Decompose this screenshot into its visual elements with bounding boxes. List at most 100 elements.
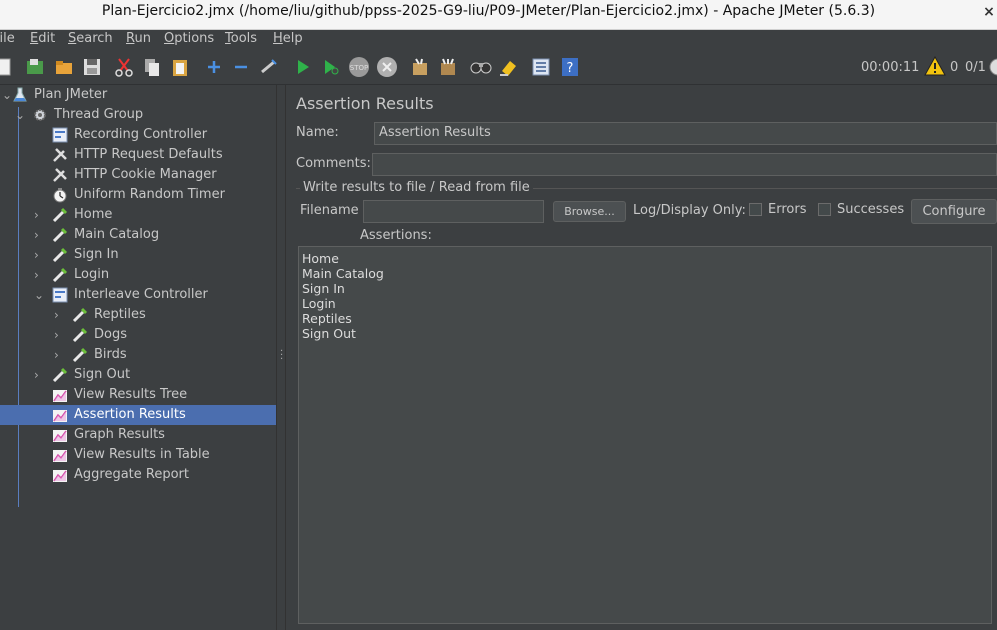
clear-icon[interactable] bbox=[409, 56, 431, 78]
svg-text:?: ? bbox=[567, 61, 574, 76]
page-title: Assertion Results bbox=[296, 94, 434, 113]
tree-node-main-catalog[interactable]: › Main Catalog bbox=[0, 225, 276, 245]
wrench-icon bbox=[52, 167, 68, 183]
wrench-icon bbox=[52, 147, 68, 163]
successes-checkbox[interactable] bbox=[818, 203, 831, 216]
name-field[interactable]: Assertion Results bbox=[374, 122, 997, 145]
tree-node-aggregate-report[interactable]: Aggregate Report bbox=[0, 465, 276, 485]
menu-help[interactable]: Help bbox=[273, 31, 303, 46]
tree-node-label: Main Catalog bbox=[74, 227, 160, 242]
comments-label: Comments: bbox=[296, 156, 371, 171]
split-pane-divider[interactable]: · · · bbox=[276, 85, 286, 630]
chevron-right-icon[interactable]: › bbox=[34, 365, 44, 385]
tree-node-view-results-tree[interactable]: View Results Tree bbox=[0, 385, 276, 405]
menu-tools[interactable]: Tools bbox=[225, 31, 257, 46]
tree-node-login[interactable]: › Login bbox=[0, 265, 276, 285]
tree-node-interleave-controller[interactable]: ⌄ Interleave Controller bbox=[0, 285, 276, 305]
elapsed-timer: 00:00:11 bbox=[861, 60, 920, 75]
browse-button[interactable]: Browse... bbox=[553, 201, 626, 222]
chevron-down-icon[interactable]: ⌄ bbox=[15, 105, 25, 125]
tree-node-birds[interactable]: › Birds bbox=[0, 345, 276, 365]
toggle-icon[interactable] bbox=[258, 56, 280, 78]
drag-handle-icon[interactable]: · · · bbox=[280, 347, 283, 365]
tree-node-label: Reptiles bbox=[94, 307, 146, 322]
tree-node-label: Sign In bbox=[74, 247, 119, 262]
tree-node-home[interactable]: › Home bbox=[0, 205, 276, 225]
search-icon[interactable] bbox=[470, 56, 492, 78]
menu-file[interactable]: File bbox=[0, 31, 15, 46]
save-icon[interactable] bbox=[81, 56, 103, 78]
tree-node-recording-controller[interactable]: Recording Controller bbox=[0, 125, 276, 145]
clear-all-icon[interactable] bbox=[437, 56, 459, 78]
collapse-icon[interactable] bbox=[230, 56, 252, 78]
comments-field[interactable] bbox=[372, 153, 997, 176]
tree-node-reptiles[interactable]: › Reptiles bbox=[0, 305, 276, 325]
assertions-label: Assertions: bbox=[360, 228, 432, 243]
test-plan-tree[interactable]: ⌄ Plan JMeter ⌄ Thread Group Recording C… bbox=[0, 85, 276, 630]
start-no-pause-icon[interactable] bbox=[320, 56, 342, 78]
chevron-down-icon[interactable]: ⌄ bbox=[34, 285, 44, 305]
running-indicator-icon bbox=[987, 56, 997, 78]
shutdown-icon[interactable] bbox=[376, 56, 398, 78]
tree-node-uniform-random-timer[interactable]: Uniform Random Timer bbox=[0, 185, 276, 205]
tree-node-thread-group[interactable]: ⌄ Thread Group bbox=[0, 105, 276, 125]
tree-node-label: View Results in Table bbox=[74, 447, 210, 462]
assertion-line: Sign In bbox=[302, 281, 345, 296]
tree-node-graph-results[interactable]: Graph Results bbox=[0, 425, 276, 445]
chevron-right-icon[interactable]: › bbox=[54, 325, 64, 345]
sampler-icon bbox=[52, 227, 68, 243]
tree-node-label: View Results Tree bbox=[74, 387, 188, 402]
expand-icon[interactable] bbox=[203, 56, 225, 78]
chevron-right-icon[interactable]: › bbox=[54, 305, 64, 325]
tree-node-label: Interleave Controller bbox=[74, 287, 208, 302]
close-icon[interactable]: × bbox=[981, 1, 997, 23]
tree-node-http-request-defaults[interactable]: HTTP Request Defaults bbox=[0, 145, 276, 165]
assertion-line: Login bbox=[302, 296, 336, 311]
menu-options[interactable]: Options bbox=[164, 31, 214, 46]
tree-node-assertion-results[interactable]: Assertion Results bbox=[0, 405, 276, 425]
window-titlebar: Plan-Ejercicio2.jmx (/home/liu/github/pp… bbox=[0, 0, 997, 30]
chevron-right-icon[interactable]: › bbox=[34, 225, 44, 245]
menu-run[interactable]: Run bbox=[126, 31, 151, 46]
warning-icon[interactable] bbox=[924, 55, 946, 77]
tree-node-plan[interactable]: ⌄ Plan JMeter bbox=[0, 85, 276, 105]
chevron-right-icon[interactable]: › bbox=[34, 265, 44, 285]
menu-search[interactable]: Search bbox=[68, 31, 113, 46]
new-icon[interactable] bbox=[0, 56, 14, 78]
tree-node-sign-out[interactable]: › Sign Out bbox=[0, 365, 276, 385]
reset-search-icon[interactable] bbox=[498, 56, 520, 78]
chevron-right-icon[interactable]: › bbox=[34, 245, 44, 265]
start-icon[interactable] bbox=[292, 56, 314, 78]
chevron-right-icon[interactable]: › bbox=[34, 205, 44, 225]
filename-field[interactable] bbox=[363, 200, 544, 223]
open-icon[interactable] bbox=[53, 56, 75, 78]
help-icon[interactable]: ? bbox=[559, 56, 581, 78]
listener-icon bbox=[52, 407, 68, 423]
warning-count: 0 bbox=[950, 60, 959, 75]
listener-icon bbox=[52, 467, 68, 483]
sampler-icon bbox=[52, 267, 68, 283]
errors-checkbox[interactable] bbox=[749, 203, 762, 216]
copy-icon[interactable] bbox=[141, 56, 163, 78]
tree-node-sign-in[interactable]: › Sign In bbox=[0, 245, 276, 265]
chevron-right-icon[interactable]: › bbox=[54, 345, 64, 365]
chevron-down-icon[interactable]: ⌄ bbox=[2, 85, 12, 105]
function-helper-icon[interactable] bbox=[530, 56, 552, 78]
tree-node-label: Uniform Random Timer bbox=[74, 187, 225, 202]
templates-icon[interactable] bbox=[24, 56, 46, 78]
tree-node-label: Assertion Results bbox=[74, 407, 186, 422]
assertions-text-area[interactable]: Home Main Catalog Sign In Login Reptiles… bbox=[298, 246, 992, 624]
tree-node-label: Plan JMeter bbox=[34, 87, 108, 102]
paste-icon[interactable] bbox=[169, 56, 191, 78]
tree-node-label: Dogs bbox=[94, 327, 127, 342]
tree-node-view-results-in-table[interactable]: View Results in Table bbox=[0, 445, 276, 465]
tree-node-label: Aggregate Report bbox=[74, 467, 189, 482]
stop-icon[interactable]: STOP bbox=[348, 56, 370, 78]
tree-node-dogs[interactable]: › Dogs bbox=[0, 325, 276, 345]
tree-node-http-cookie-manager[interactable]: HTTP Cookie Manager bbox=[0, 165, 276, 185]
menu-edit[interactable]: Edit bbox=[30, 31, 55, 46]
assertion-line: Sign Out bbox=[302, 326, 356, 341]
cut-icon[interactable] bbox=[113, 56, 135, 78]
tree-node-label: Graph Results bbox=[74, 427, 165, 442]
configure-button[interactable]: Configure bbox=[911, 199, 997, 224]
